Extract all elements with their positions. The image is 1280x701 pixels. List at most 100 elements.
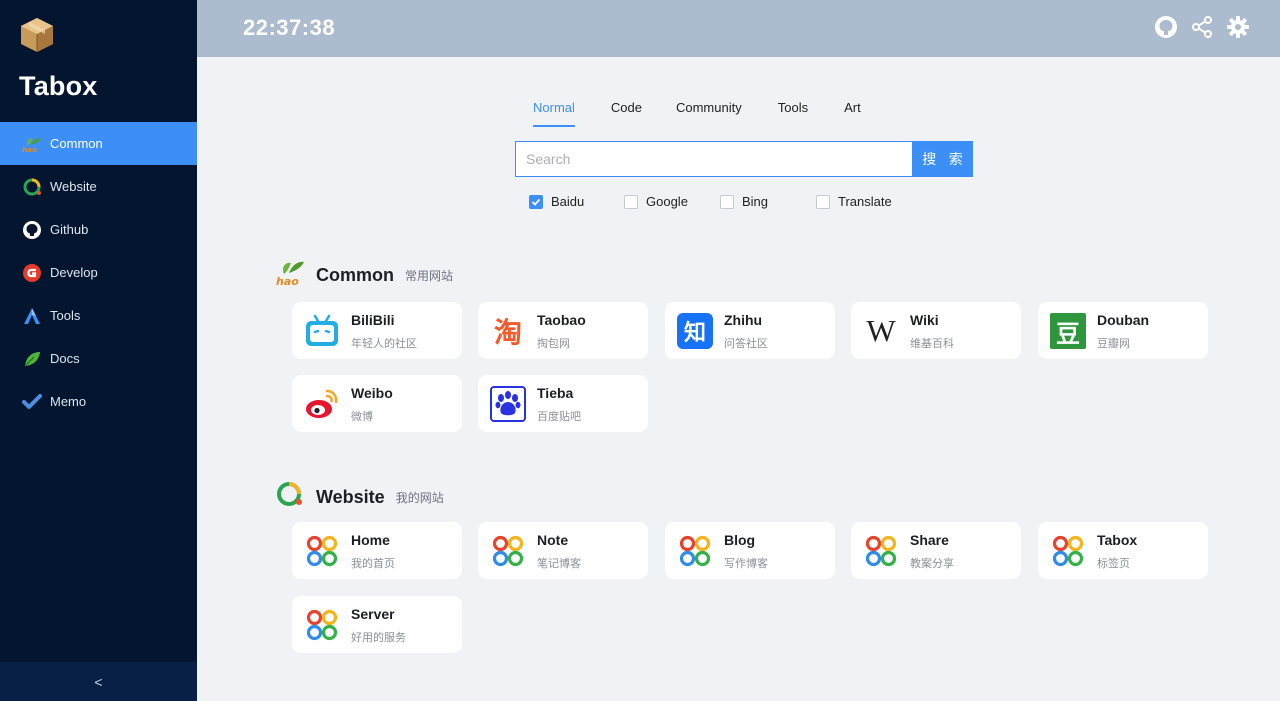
taobao-icon: 淘: [490, 313, 526, 349]
card-subtitle: 问答社区: [724, 337, 768, 350]
sidebar-nav: hao Common Website Github Develop Tools …: [0, 122, 197, 423]
sidebar-item-tools[interactable]: Tools: [0, 294, 197, 337]
tab-normal[interactable]: Normal: [533, 98, 575, 127]
section-website-header: Website 我的网站: [276, 480, 444, 508]
gear-icon[interactable]: [1226, 15, 1250, 39]
hao-icon: hao: [22, 134, 42, 154]
search-input[interactable]: [515, 141, 912, 177]
develop-icon: [22, 263, 42, 283]
section-title: Common: [316, 265, 394, 285]
sidebar-item-label: Website: [50, 179, 97, 194]
card-subtitle: 笔记博客: [537, 557, 581, 570]
check-icon: [22, 392, 42, 412]
clover-icon: [304, 607, 340, 643]
ring-icon: [22, 177, 42, 197]
card-subtitle: 百度贴吧: [537, 410, 581, 423]
tab-community[interactable]: Community: [676, 98, 742, 127]
engine-translate[interactable]: Translate: [816, 194, 892, 209]
card-title: Share: [910, 532, 949, 548]
ring-icon: [276, 480, 306, 508]
engine-label: Baidu: [551, 194, 585, 209]
site-card-home[interactable]: Home 我的首页: [292, 522, 462, 579]
sidebar-item-github[interactable]: Github: [0, 208, 197, 251]
card-title: Server: [351, 606, 395, 622]
svg-text:hao: hao: [22, 145, 37, 154]
checkbox-icon: [720, 194, 734, 209]
site-card-blog[interactable]: Blog 写作博客: [665, 522, 835, 579]
engine-label: Translate: [838, 194, 892, 209]
top-header: 22:37:38: [197, 0, 1280, 57]
engine-label: Bing: [742, 194, 769, 209]
wiki-glyph: W: [866, 313, 896, 348]
weibo-icon: [304, 386, 340, 422]
tab-tools[interactable]: Tools: [778, 98, 808, 127]
engine-google[interactable]: Google: [624, 194, 688, 209]
card-subtitle: 维基百科: [910, 337, 954, 350]
search-category-tabs: Normal Code Community Tools Art: [533, 98, 861, 127]
card-subtitle: 年轻人的社区: [351, 337, 417, 350]
search-button[interactable]: 搜 索: [912, 141, 973, 177]
site-card-weibo[interactable]: Weibo 微博: [292, 375, 462, 432]
douban-glyph: 豆: [1056, 319, 1080, 348]
engine-bing[interactable]: Bing: [720, 194, 768, 209]
card-subtitle: 掏包网: [537, 337, 570, 350]
tab-art[interactable]: Art: [844, 98, 861, 127]
tools-icon: [22, 306, 42, 326]
site-card-douban[interactable]: 豆 Douban 豆瓣网: [1038, 302, 1208, 359]
tab-code[interactable]: Code: [611, 98, 642, 127]
sidebar-item-label: Develop: [50, 265, 98, 280]
site-card-note[interactable]: Note 笔记博客: [478, 522, 648, 579]
sidebar: Tabox hao Common Website Github Develop: [0, 0, 197, 701]
github-icon[interactable]: [1154, 15, 1178, 39]
wikipedia-icon: W: [863, 313, 899, 349]
card-subtitle: 教案分享: [910, 557, 954, 570]
clock-time: 22:37:38: [243, 15, 336, 40]
card-subtitle: 标签页: [1097, 557, 1130, 570]
section-common-header: hao Common 常用网站: [276, 258, 454, 288]
svg-text:hao: hao: [276, 275, 299, 286]
sidebar-collapse-button[interactable]: <: [0, 662, 197, 701]
card-subtitle: 我的首页: [351, 557, 395, 570]
card-title: Blog: [724, 532, 756, 548]
chevron-left-icon: <: [94, 673, 103, 690]
site-card-share[interactable]: Share 教案分享: [851, 522, 1021, 579]
sidebar-item-label: Common: [50, 136, 103, 151]
site-card-server[interactable]: Server 好用的服务: [292, 596, 462, 653]
sidebar-item-label: Github: [50, 222, 89, 237]
sidebar-item-memo[interactable]: Memo: [0, 380, 197, 423]
tabox-logo-icon: [18, 16, 56, 54]
share-icon[interactable]: [1190, 15, 1214, 39]
card-title: Tabox: [1097, 532, 1138, 548]
sidebar-item-docs[interactable]: Docs: [0, 337, 197, 380]
section-subtitle: 常用网站: [405, 269, 454, 283]
sidebar-item-label: Tools: [50, 308, 81, 323]
card-subtitle: 写作博客: [724, 557, 768, 570]
card-title: BiliBili: [351, 312, 395, 328]
site-card-taobao[interactable]: 淘 Taobao 掏包网: [478, 302, 648, 359]
site-card-tieba[interactable]: Tieba 百度贴吧: [478, 375, 648, 432]
card-title: Home: [351, 532, 390, 548]
site-card-bilibili[interactable]: BiliBili 年轻人的社区: [292, 302, 462, 359]
clover-icon: [677, 533, 713, 569]
site-card-zhihu[interactable]: 知 Zhihu 问答社区: [665, 302, 835, 359]
checkbox-checked-icon: [529, 194, 543, 209]
sidebar-item-label: Docs: [50, 351, 80, 366]
sidebar-item-website[interactable]: Website: [0, 165, 197, 208]
tieba-icon: [490, 386, 526, 422]
site-card-tabox[interactable]: Tabox 标签页: [1038, 522, 1208, 579]
leaf-icon: [22, 349, 42, 369]
clover-icon: [863, 533, 899, 569]
brand-title: Tabox: [19, 71, 98, 101]
sidebar-item-develop[interactable]: Develop: [0, 251, 197, 294]
card-title: Douban: [1097, 312, 1150, 328]
engine-baidu[interactable]: Baidu: [529, 194, 584, 209]
github-icon: [22, 220, 42, 240]
card-title: Taobao: [537, 312, 586, 328]
site-card-wiki[interactable]: W Wiki 维基百科: [851, 302, 1021, 359]
clover-icon: [490, 533, 526, 569]
sidebar-item-common[interactable]: hao Common: [0, 122, 197, 165]
search-bar: 搜 索: [515, 141, 973, 177]
engine-label: Google: [646, 194, 688, 209]
card-title: Wiki: [910, 312, 939, 328]
card-subtitle: 好用的服务: [351, 631, 406, 644]
